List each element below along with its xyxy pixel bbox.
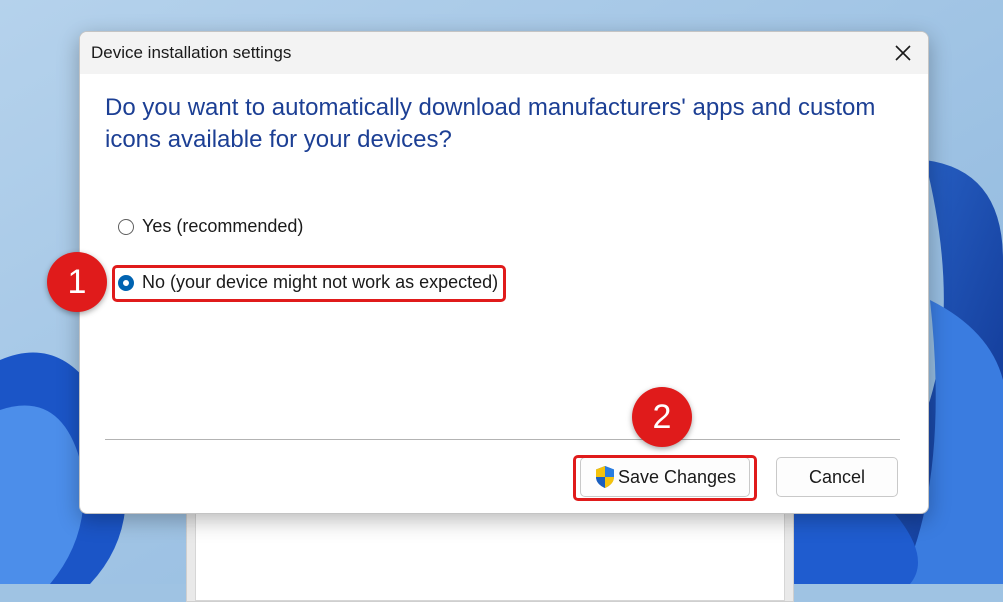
background-window: [186, 500, 794, 602]
radio-label-no: No (your device might not work as expect…: [142, 272, 499, 292]
radio-button-no[interactable]: [118, 274, 134, 291]
radio-label-yes: Yes (recommended): [142, 216, 304, 236]
close-button[interactable]: [888, 38, 918, 68]
footer-divider: [105, 439, 900, 440]
cancel-button[interactable]: Cancel: [776, 457, 898, 497]
callout-step-1: 1: [47, 252, 107, 312]
device-installation-settings-dialog: Device installation settings Do you want…: [79, 31, 929, 514]
radio-option-yes[interactable]: Yes (recommended): [118, 216, 303, 237]
cancel-label: Cancel: [808, 466, 866, 487]
background-window-content: [195, 513, 785, 601]
save-changes-label: Save Changes: [617, 466, 737, 487]
radio-option-no[interactable]: No (your device might not work as expect…: [118, 272, 498, 293]
radio-button-yes[interactable]: [118, 218, 134, 235]
uac-shield-icon: [595, 466, 614, 488]
callout-step-2: 2: [632, 387, 692, 447]
close-icon: [895, 45, 911, 61]
dialog-titlebar: Device installation settings: [80, 32, 928, 74]
save-changes-button[interactable]: Save Changes: [580, 457, 750, 497]
dialog-title: Device installation settings: [91, 43, 292, 62]
dialog-question: Do you want to automatically download ma…: [105, 94, 876, 153]
